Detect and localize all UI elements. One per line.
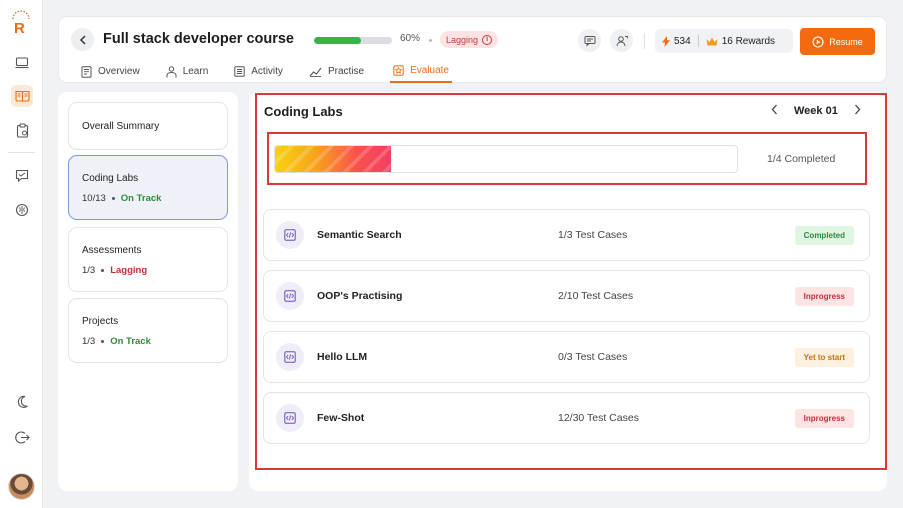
rewards-stat: 16 Rewards	[699, 36, 782, 47]
status-badge: Lagging i	[440, 31, 499, 48]
week-label: Week 01	[794, 104, 838, 117]
person-icon	[166, 65, 177, 77]
evaluation-sidebar: Overall Summary Coding Labs 10/13 On Trac…	[58, 92, 238, 491]
mentor-icon[interactable]	[610, 29, 633, 52]
chat-icon[interactable]	[11, 164, 33, 186]
course-progress-bar	[314, 37, 392, 44]
xp-stat: 534	[655, 35, 698, 47]
card-title: Projects	[82, 316, 119, 327]
chevron-left-icon	[79, 34, 86, 45]
clipboard-icon[interactable]	[11, 119, 33, 141]
status-badge: Yet to start	[794, 348, 854, 367]
status-badge: Inprogress	[794, 287, 854, 306]
next-week-button[interactable]	[854, 103, 861, 118]
list-item[interactable]: Semantic Search 1/3 Test Cases Completed	[263, 209, 870, 261]
assessments-card[interactable]: Assessments 1/3 Lagging	[68, 227, 228, 292]
card-meta: 1/3 Lagging	[82, 265, 148, 276]
star-icon	[393, 65, 404, 76]
document-icon	[81, 65, 92, 78]
card-title: Assessments	[82, 245, 142, 256]
lab-name: Few-Shot	[317, 412, 365, 424]
coding-labs-panel: Coding Labs Week 01 1/4 Completed Semant…	[249, 92, 887, 491]
chevron-right-icon	[854, 104, 861, 115]
svg-text:R: R	[14, 20, 25, 34]
tab-activity[interactable]: Activity	[234, 63, 283, 83]
status-badge: Completed	[794, 226, 854, 245]
course-progress-percent: 60%	[400, 33, 421, 44]
course-progress-fill	[314, 37, 361, 44]
chart-icon	[309, 67, 322, 77]
lab-test-cases: 0/3 Test Cases	[558, 351, 628, 363]
moon-icon[interactable]	[11, 391, 33, 413]
book-icon[interactable]	[11, 85, 33, 107]
avatar[interactable]	[8, 473, 35, 500]
lab-name: Hello LLM	[317, 351, 368, 363]
list-item[interactable]: Few-Shot 12/30 Test Cases Inprogress	[263, 392, 870, 444]
play-icon	[812, 35, 824, 48]
code-icon	[276, 282, 304, 310]
brain-icon[interactable]	[11, 199, 33, 221]
prev-week-button[interactable]	[771, 103, 778, 118]
page-title: Coding Labs	[264, 104, 343, 119]
tab-practise[interactable]: Practise	[309, 63, 364, 83]
list-icon	[234, 66, 245, 77]
card-title: Coding Labs	[82, 173, 139, 184]
tab-learn[interactable]: Learn	[166, 63, 208, 83]
tab-evaluate[interactable]: Evaluate	[390, 63, 452, 83]
labs-progress-fill	[275, 146, 391, 172]
code-icon	[276, 221, 304, 249]
monitor-icon[interactable]	[11, 52, 33, 74]
course-title: Full stack developer course	[103, 31, 294, 47]
coding-labs-card[interactable]: Coding Labs 10/13 On Track	[68, 155, 228, 220]
left-rail: R	[0, 0, 43, 508]
course-tabs: Overview Learn Activity Practise Evaluat…	[81, 63, 478, 83]
list-item[interactable]: OOP's Practising 2/10 Test Cases Inprogr…	[263, 270, 870, 322]
brand-logo[interactable]: R	[10, 10, 32, 37]
back-button[interactable]	[71, 28, 94, 51]
status-badge: Inprogress	[794, 409, 854, 428]
tab-overview[interactable]: Overview	[81, 63, 140, 83]
overall-summary-card[interactable]: Overall Summary	[68, 102, 228, 150]
labs-progress-bar	[274, 145, 738, 173]
resume-button[interactable]: Resume	[800, 28, 875, 55]
card-title: Overall Summary	[82, 121, 160, 132]
lightning-icon	[662, 35, 670, 47]
crown-icon	[706, 37, 718, 45]
course-header: Full stack developer course 60% Lagging …	[58, 16, 887, 83]
lab-name: OOP's Practising	[317, 290, 403, 302]
card-meta: 1/3 On Track	[82, 336, 151, 347]
feedback-icon[interactable]	[578, 29, 601, 52]
lab-name: Semantic Search	[317, 229, 402, 241]
lab-test-cases: 2/10 Test Cases	[558, 290, 634, 302]
week-navigator: Week 01	[771, 103, 861, 118]
code-icon	[276, 404, 304, 432]
projects-card[interactable]: Projects 1/3 On Track	[68, 298, 228, 363]
code-icon	[276, 343, 304, 371]
chevron-left-icon	[771, 104, 777, 115]
completion-text: 1/4 Completed	[767, 153, 836, 165]
lab-test-cases: 12/30 Test Cases	[558, 412, 639, 424]
info-icon[interactable]: i	[482, 34, 493, 45]
card-meta: 10/13 On Track	[82, 193, 162, 204]
stats-pill[interactable]: 534 16 Rewards	[655, 29, 793, 53]
lab-test-cases: 1/3 Test Cases	[558, 229, 628, 241]
list-item[interactable]: Hello LLM 0/3 Test Cases Yet to start	[263, 331, 870, 383]
logout-icon[interactable]	[11, 426, 33, 448]
